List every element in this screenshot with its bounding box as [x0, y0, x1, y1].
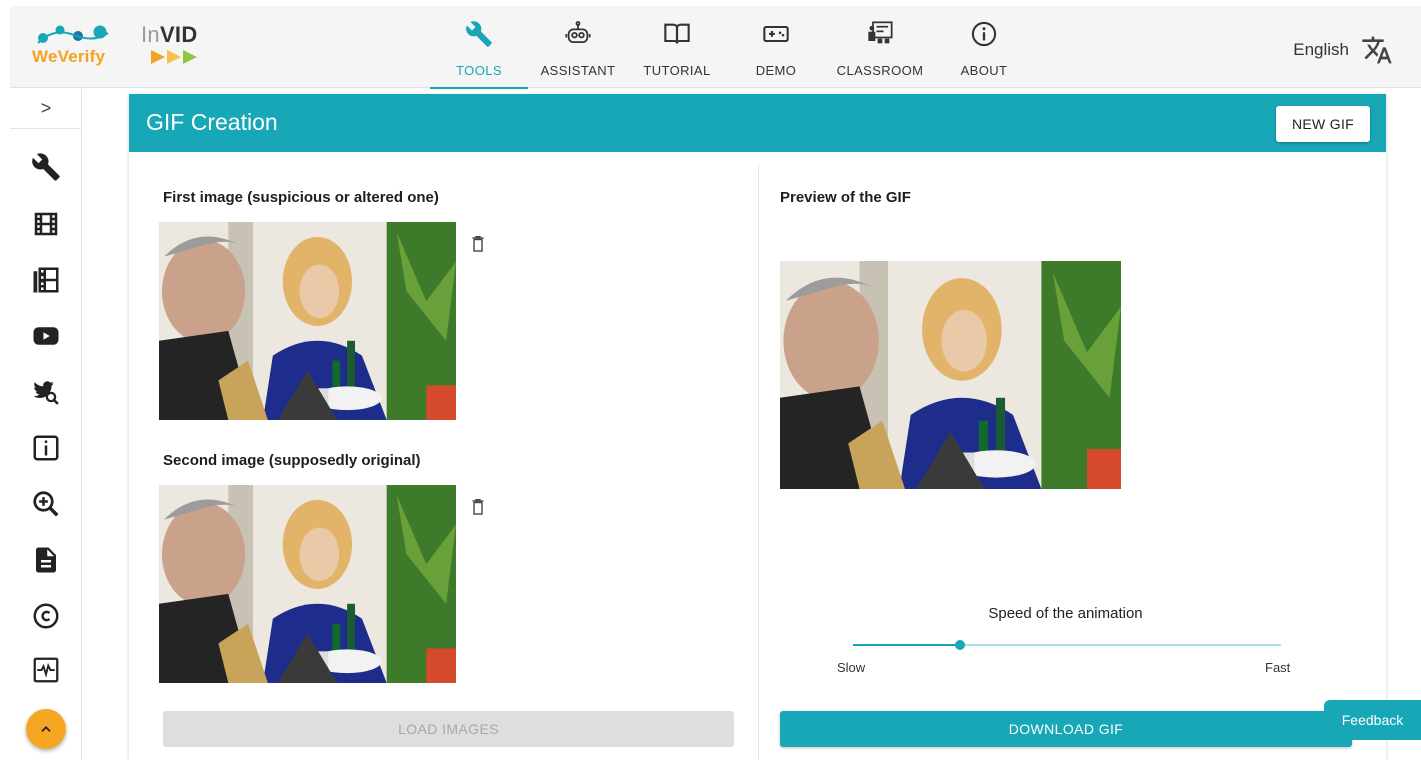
animation-speed-slider[interactable] [853, 640, 1281, 650]
weverify-logo-text: WeVerify [32, 47, 106, 66]
tab-classroom[interactable]: CLASSROOM [830, 6, 930, 88]
photo-image [159, 485, 456, 683]
sidebar-item-twitter-search[interactable] [31, 377, 61, 407]
new-gif-button[interactable]: NEW GIF [1276, 106, 1370, 142]
photo-image [780, 261, 1121, 489]
gif-preview-image [780, 261, 1121, 489]
info-icon [971, 21, 997, 47]
invid-triangle-icon [151, 50, 165, 64]
language-selector[interactable]: English [1293, 34, 1393, 66]
info-box-icon [33, 435, 59, 461]
tab-classroom-label: CLASSROOM [836, 63, 924, 78]
twitter-search-icon [33, 381, 59, 405]
copyright-icon [33, 603, 59, 629]
second-image-label: Second image (supposedly original) [163, 452, 421, 469]
zoom-in-icon [33, 491, 59, 517]
download-gif-button[interactable]: DOWNLOAD GIF [780, 711, 1352, 747]
animation-speed-label: Speed of the animation [988, 605, 1143, 622]
classroom-icon [868, 21, 893, 44]
sidebar-item-forensic[interactable] [31, 545, 61, 575]
film-stack-icon [33, 267, 59, 293]
first-image-thumbnail [159, 222, 456, 420]
document-icon [36, 547, 56, 573]
youtube-icon [33, 327, 59, 345]
load-images-button[interactable]: LOAD IMAGES [163, 711, 734, 747]
gif-preview-label: Preview of the GIF [780, 189, 911, 206]
tab-assistant-label: ASSISTANT [540, 63, 616, 78]
slider-thumb[interactable] [955, 640, 965, 650]
top-app-bar: WeVerify InVID TOOLS ASSISTANT TUTORIAL … [10, 6, 1421, 89]
sidebar-item-keyframes[interactable] [31, 265, 61, 295]
second-image-thumbnail [159, 485, 456, 683]
tab-tools[interactable]: TOOLS [430, 6, 528, 89]
gif-creation-card: GIF Creation NEW GIF First image (suspic… [129, 94, 1386, 760]
sidebar-item-copyright[interactable] [31, 601, 61, 631]
delete-first-image-icon[interactable] [472, 236, 484, 252]
sidebar-item-analysis[interactable] [31, 655, 61, 685]
slider-track [853, 644, 960, 646]
invid-logo[interactable]: InVID [141, 22, 211, 68]
book-icon [664, 23, 690, 44]
card-header: GIF Creation NEW GIF [129, 94, 1386, 152]
sidebar-item-metadata[interactable] [31, 433, 61, 463]
invid-triangle-icon [167, 50, 181, 64]
tab-tools-label: TOOLS [456, 63, 502, 78]
gamepad-icon [763, 25, 789, 43]
chevron-right-icon: > [40, 98, 52, 118]
photo-image [159, 222, 456, 420]
chevron-up-icon [41, 726, 51, 732]
film-icon [34, 212, 58, 236]
invid-logo-text: InVID [141, 22, 198, 47]
slider-fast-label: Fast [1265, 660, 1291, 675]
delete-second-image-icon[interactable] [472, 499, 484, 515]
tools-sidebar: > [10, 89, 82, 760]
tab-demo-label: DEMO [755, 63, 797, 78]
language-label: English [1293, 40, 1349, 59]
wrench-icon [32, 153, 60, 181]
tab-tutorial[interactable]: TUTORIAL [630, 6, 724, 88]
robot-icon [565, 21, 591, 44]
scroll-up-button[interactable] [26, 709, 66, 749]
column-divider [758, 164, 759, 760]
tab-assistant[interactable]: ASSISTANT [530, 6, 626, 88]
tab-demo[interactable]: DEMO [726, 6, 826, 88]
slider-slow-label: Slow [837, 660, 866, 675]
feedback-button[interactable]: Feedback [1324, 700, 1421, 740]
page-title: GIF Creation [146, 109, 278, 135]
sidebar-item-youtube-data[interactable] [31, 321, 61, 351]
sidebar-expand-button[interactable]: > [10, 89, 82, 129]
sidebar-item-video-analysis[interactable] [31, 209, 61, 239]
invid-triangle-icon [183, 50, 197, 64]
tab-about[interactable]: ABOUT [932, 6, 1036, 88]
weverify-logo[interactable]: WeVerify [32, 23, 114, 69]
sidebar-item-magnifier[interactable] [31, 489, 61, 519]
first-image-label: First image (suspicious or altered one) [163, 189, 439, 206]
sidebar-item-tools[interactable] [31, 152, 61, 182]
weverify-logo-dots [37, 25, 109, 44]
translate-icon [1362, 36, 1392, 64]
wrench-icon [466, 21, 492, 47]
pulse-icon [33, 657, 59, 683]
tab-about-label: ABOUT [960, 63, 1008, 78]
tab-tutorial-label: TUTORIAL [643, 63, 711, 78]
